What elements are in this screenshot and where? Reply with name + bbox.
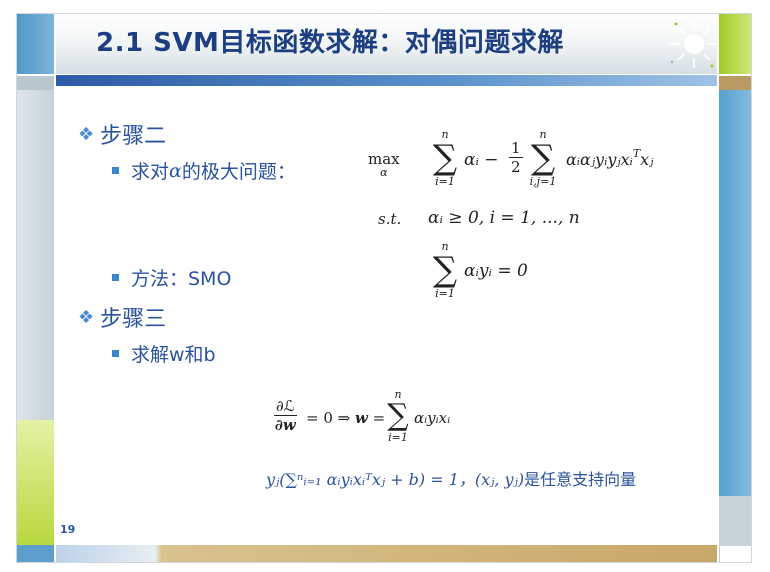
sum-3: n ∑ i=1 [428, 240, 462, 300]
sigma-symbol: ∑ [432, 138, 458, 178]
sum-1: n ∑ i=1 [428, 128, 462, 188]
fraction-denominator: 2 [511, 158, 521, 176]
half-fraction: 1 2 [509, 139, 523, 176]
bullet-step2-item: 求对 α 的极大问题： [112, 157, 296, 184]
left-accent-strip [17, 76, 54, 90]
slide-title: 2.1 SVM目标函数求解：对偶问题求解 [96, 28, 564, 58]
title-separator-bar [56, 75, 717, 86]
gradient-numerator: ∂ℒ [274, 397, 297, 416]
diamond-bullet-icon: ❖ [78, 123, 95, 145]
st-label: s.t. [378, 210, 402, 228]
square-bullet-icon [112, 274, 119, 281]
gradient-equals: = [367, 409, 386, 427]
method-label: 方法：SMO [131, 268, 232, 290]
bullet-step3: ❖ 步骤三 [78, 301, 166, 333]
support-text: 是任意支持向量 [524, 470, 637, 489]
constraint-2: αᵢyᵢ = 0 [464, 261, 528, 281]
gradient-expression: = 0 ⇒ w = [306, 409, 385, 427]
right-accent-column [719, 90, 752, 496]
left-accent-block-top [17, 14, 54, 74]
sum-4: n ∑ i=1 [384, 388, 412, 444]
constraint-1: αᵢ ≥ 0, i = 1, ..., n [428, 208, 580, 228]
fraction-numerator: 1 [509, 139, 523, 158]
support-equation: yⱼ(∑ⁿᵢ₌₁ αᵢyᵢxᵢᵀxⱼ + b) = 1，(xⱼ, yⱼ) [266, 470, 525, 489]
bullet-step2: ❖ 步骤二 [78, 118, 166, 150]
support-vector-line: yⱼ(∑ⁿᵢ₌₁ αᵢyᵢxᵢᵀxⱼ + b) = 1，(xⱼ, yⱼ)是任意支… [266, 466, 636, 490]
left-accent-column [17, 90, 54, 420]
term2-transpose: T [632, 147, 641, 160]
sum-2: n ∑ i,j=1 [524, 128, 562, 188]
objective-term1: αᵢ − [464, 150, 499, 170]
term2-tail: xⱼ [640, 150, 654, 169]
gradient-fraction: ∂ℒ ∂w [274, 397, 297, 434]
gradient-w: w [354, 409, 368, 427]
sum-lower: i=1 [388, 431, 408, 444]
step3-item-label: 求解w和b [131, 344, 216, 366]
sigma-symbol: ∑ [432, 250, 458, 290]
right-accent-block-green [719, 14, 752, 74]
right-accent-block-white [719, 546, 753, 563]
square-bullet-icon [112, 167, 119, 174]
bullet-method: 方法：SMO [112, 264, 231, 291]
square-bullet-icon [112, 350, 119, 357]
gradient-term: αᵢyᵢxᵢ [414, 409, 451, 427]
step3-label: 步骤三 [100, 307, 167, 332]
max-operator: max α [368, 150, 400, 179]
sigma-symbol: ∑ [530, 138, 556, 178]
page-number: 19 [60, 523, 76, 536]
sparkle-icon [670, 20, 716, 68]
term2-body: αᵢαⱼyᵢyⱼxᵢ [566, 150, 633, 169]
sum-lower: i,j=1 [529, 175, 557, 188]
diamond-bullet-icon: ❖ [78, 306, 95, 328]
step2-item-suffix: 的极大问题： [181, 161, 296, 183]
step2-label: 步骤二 [100, 124, 167, 149]
sigma-symbol: ∑ [387, 398, 409, 433]
objective-term2: αᵢαⱼyᵢyⱼxᵢTxⱼ [566, 147, 654, 169]
right-accent-block-gray [719, 496, 752, 546]
gradient-denominator: ∂w [274, 416, 296, 434]
step2-item-prefix: 求对 [131, 161, 170, 183]
step2-item-alpha: α [169, 159, 182, 182]
left-accent-block-green [17, 420, 54, 545]
left-accent-block-bottom [17, 545, 54, 563]
bottom-band [56, 545, 717, 563]
gradient-implies: = 0 ⇒ [306, 409, 355, 427]
right-accent-strip [719, 76, 752, 90]
bullet-step3-item: 求解w和b [112, 340, 216, 367]
